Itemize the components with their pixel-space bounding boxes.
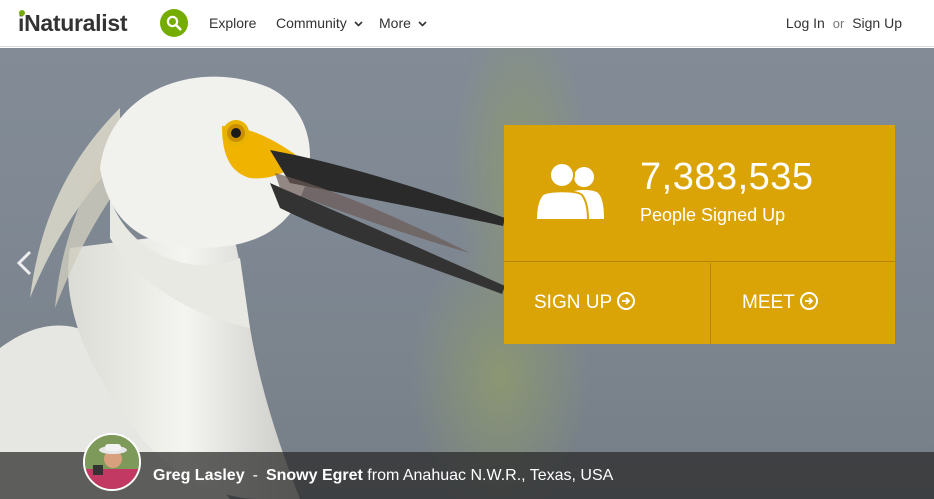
chevron-down-icon — [354, 21, 363, 27]
hero-banner: 7,383,535 People Signed Up SIGN UP MEET — [0, 48, 934, 499]
stats-divider — [710, 263, 711, 344]
photographer-name[interactable]: Greg Lasley — [153, 467, 245, 484]
arrow-circle-right-icon — [617, 292, 636, 310]
nav-explore[interactable]: Explore — [209, 14, 256, 32]
or-text: or — [832, 16, 845, 31]
auth-links: Log In or Sign Up — [786, 14, 902, 33]
top-navigation: iNaturalist Explore Community More Log I… — [0, 0, 934, 47]
species-name[interactable]: Snowy Egret — [266, 467, 363, 484]
inaturalist-logo[interactable]: iNaturalist — [18, 9, 127, 37]
photo-location: from Anahuac N.W.R., Texas, USA — [367, 467, 614, 484]
sign-up-cta-label: SIGN UP — [534, 292, 613, 313]
arrow-circle-right-icon — [799, 292, 818, 310]
credit-separator: - — [252, 467, 258, 484]
chevron-down-icon — [418, 21, 427, 27]
nav-explore-label: Explore — [209, 15, 257, 31]
people-count: 7,383,535 — [640, 156, 814, 198]
sign-up-cta[interactable]: SIGN UP — [534, 291, 636, 315]
people-count-label: People Signed Up — [640, 205, 786, 225]
nav-community[interactable]: Community — [276, 14, 363, 32]
stats-actions: SIGN UP MEET — [504, 263, 895, 344]
nav-more-label: More — [379, 15, 411, 31]
stats-summary: 7,383,535 People Signed Up — [504, 125, 895, 262]
search-button[interactable] — [160, 9, 188, 37]
nav-community-label: Community — [276, 15, 347, 31]
people-icon — [536, 162, 604, 221]
search-icon — [166, 15, 182, 31]
signup-link[interactable]: Sign Up — [852, 15, 902, 31]
login-link[interactable]: Log In — [786, 15, 825, 31]
chevron-left-icon[interactable] — [12, 248, 38, 278]
stats-card: 7,383,535 People Signed Up SIGN UP MEET — [504, 125, 895, 344]
nav-more[interactable]: More — [379, 14, 427, 32]
avatar-image — [85, 435, 139, 489]
meet-cta[interactable]: MEET — [742, 291, 818, 315]
photo-credit: Greg Lasley - Snowy Egret from Anahuac N.W… — [153, 466, 613, 486]
photographer-avatar[interactable] — [83, 433, 141, 491]
meet-cta-label: MEET — [742, 292, 795, 313]
